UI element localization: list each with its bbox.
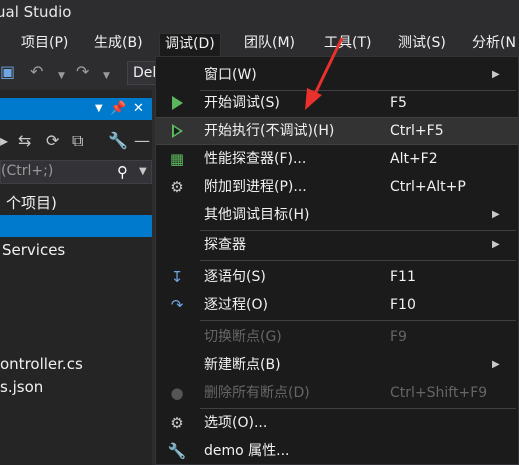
menu-item-label: 逐语句(S)	[204, 269, 266, 285]
step-over-icon: ↷	[170, 296, 184, 314]
menu-item-shortcut: Alt+F2	[390, 151, 438, 167]
submenu-arrow-icon: ▶	[492, 209, 500, 220]
menu-item-label: 其他调试目标(H)	[204, 207, 310, 223]
title-bar: ual Studio	[0, 0, 519, 30]
menu-item-label: 窗口(W)	[204, 67, 257, 83]
wrench-icon: 🔧	[167, 442, 187, 460]
redo-dropdown-icon[interactable]: ▼	[103, 66, 110, 86]
menu-item-step-over[interactable]: ↷ 逐过程(O) F10	[156, 291, 518, 319]
menu-item-window[interactable]: 窗口(W) ▶	[156, 61, 518, 89]
menu-separator	[200, 260, 516, 261]
menu-item-shortcut: Ctrl+Shift+F9	[390, 385, 488, 401]
window-title: ual Studio	[0, 3, 72, 21]
menu-tools[interactable]: 工具(T)	[318, 33, 377, 56]
menu-item-label: demo 属性...	[204, 443, 290, 459]
menu-item-label: 性能探查器(F)...	[204, 151, 307, 167]
attach-process-icon: ⚙	[170, 178, 184, 196]
menu-item-label: 删除所有断点(D)	[204, 385, 310, 401]
save-icon[interactable]: ▣	[0, 62, 15, 82]
menu-item-performance-profiler[interactable]: ▦ 性能探查器(F)... Alt+F2	[156, 145, 518, 173]
debug-menu: 窗口(W) ▶ 开始调试(S) F5 开始执行(不调试)(H) Ctrl+F5 …	[155, 56, 519, 465]
menu-bar: 项目(P) 生成(B) 调试(D) 团队(M) 工具(T) 测试(S) 分析(N	[0, 30, 519, 56]
search-icon[interactable]: ⚲	[117, 161, 128, 183]
gear-icon: ⚙	[170, 414, 184, 432]
performance-icon: ▦	[169, 150, 185, 168]
menu-item-label: 逐过程(O)	[204, 297, 268, 313]
redo-icon[interactable]: ↷	[76, 62, 89, 82]
menu-item-shortcut: F9	[390, 329, 407, 345]
menu-item-other-debug-targets[interactable]: 其他调试目标(H) ▶	[156, 201, 518, 229]
undo-icon[interactable]: ↶	[30, 62, 43, 82]
close-icon[interactable]: ✕	[133, 99, 144, 119]
tree-item-json[interactable]: s.json	[0, 376, 152, 398]
submenu-arrow-icon: ▶	[492, 239, 500, 250]
menu-item-shortcut: F5	[390, 95, 407, 111]
solution-search-input[interactable]: (Ctrl+;) ⚲ ▼	[0, 160, 152, 184]
menu-item-attach-process[interactable]: ⚙ 附加到进程(P)... Ctrl+Alt+P	[156, 173, 518, 201]
menu-item-label: 选项(O)...	[204, 415, 268, 431]
more-icon[interactable]: —	[134, 131, 150, 151]
menu-project[interactable]: 项目(P)	[15, 33, 74, 56]
menu-item-shortcut: Ctrl+Alt+P	[390, 179, 466, 195]
refresh-icon[interactable]: ⟳	[46, 131, 59, 151]
chevron-down-icon[interactable]: ▼	[139, 161, 147, 183]
panel-toolbar: ▸ ⇆ ⟳ ⧉ 🔧 —	[0, 127, 152, 157]
panel-dropdown-icon[interactable]: ▼	[95, 99, 103, 119]
menu-item-shortcut: Ctrl+F5	[390, 123, 444, 139]
menu-debug[interactable]: 调试(D)	[159, 33, 221, 56]
arrow-icon[interactable]: ▸	[0, 131, 8, 151]
menu-item-toggle-breakpoint: 切换断点(G) F9	[156, 323, 518, 351]
copy-icon[interactable]: ⧉	[72, 131, 83, 151]
menu-analyze[interactable]: 分析(N	[466, 33, 519, 56]
play-outline-icon	[166, 121, 188, 141]
menu-test[interactable]: 测试(S)	[392, 33, 452, 56]
menu-build[interactable]: 生成(B)	[88, 33, 149, 56]
tree-item-services[interactable]: Services	[0, 239, 152, 261]
sync-icon[interactable]: ⇆	[18, 131, 31, 151]
menu-item-delete-all-breakpoints: ● 删除所有断点(D) Ctrl+Shift+F9	[156, 379, 518, 407]
menu-item-label: 探查器	[204, 237, 246, 253]
menu-item-start-debugging[interactable]: 开始调试(S) F5	[156, 89, 518, 117]
tree-item-solution[interactable]: 个项目)	[0, 192, 152, 214]
solution-explorer-panel: ▼ 📌 ✕ ▸ ⇆ ⟳ ⧉ 🔧 — (Ctrl+;) ⚲ ▼ 个项目) Serv…	[0, 90, 152, 465]
menu-item-shortcut: F11	[390, 269, 416, 285]
menu-item-label: 新建断点(B)	[204, 357, 281, 373]
menu-item-start-without-debugging[interactable]: 开始执行(不调试)(H) Ctrl+F5	[156, 117, 518, 145]
menu-item-options[interactable]: ⚙ 选项(O)...	[156, 409, 518, 437]
menu-item-label: 开始执行(不调试)(H)	[204, 123, 335, 139]
menu-item-label: 开始调试(S)	[204, 95, 280, 111]
submenu-arrow-icon: ▶	[492, 69, 500, 80]
undo-dropdown-icon[interactable]: ▼	[58, 66, 65, 86]
tree-item-selected[interactable]	[0, 215, 152, 237]
menu-item-properties[interactable]: 🔧 demo 属性...	[156, 437, 518, 465]
menu-item-step-into[interactable]: ↧ 逐语句(S) F11	[156, 263, 518, 291]
tree-item-controller[interactable]: ontroller.cs	[0, 353, 152, 375]
menu-team[interactable]: 团队(M)	[238, 33, 301, 56]
pin-icon[interactable]: 📌	[110, 99, 126, 119]
submenu-arrow-icon: ▶	[492, 359, 500, 370]
menu-item-label: 切换断点(G)	[204, 329, 282, 345]
menu-item-new-breakpoint[interactable]: 新建断点(B) ▶	[156, 351, 518, 379]
play-icon	[166, 93, 188, 113]
menu-separator	[200, 320, 516, 321]
menu-item-profiler[interactable]: 探查器 ▶	[156, 231, 518, 259]
menu-item-label: 附加到进程(P)...	[204, 179, 307, 195]
wrench-icon[interactable]: 🔧	[108, 131, 128, 151]
delete-breakpoints-icon: ●	[170, 384, 184, 402]
menu-item-shortcut: F10	[390, 297, 416, 313]
panel-header: ▼ 📌 ✕	[0, 98, 152, 120]
step-into-icon: ↧	[170, 268, 184, 286]
search-placeholder: (Ctrl+;)	[1, 163, 54, 179]
